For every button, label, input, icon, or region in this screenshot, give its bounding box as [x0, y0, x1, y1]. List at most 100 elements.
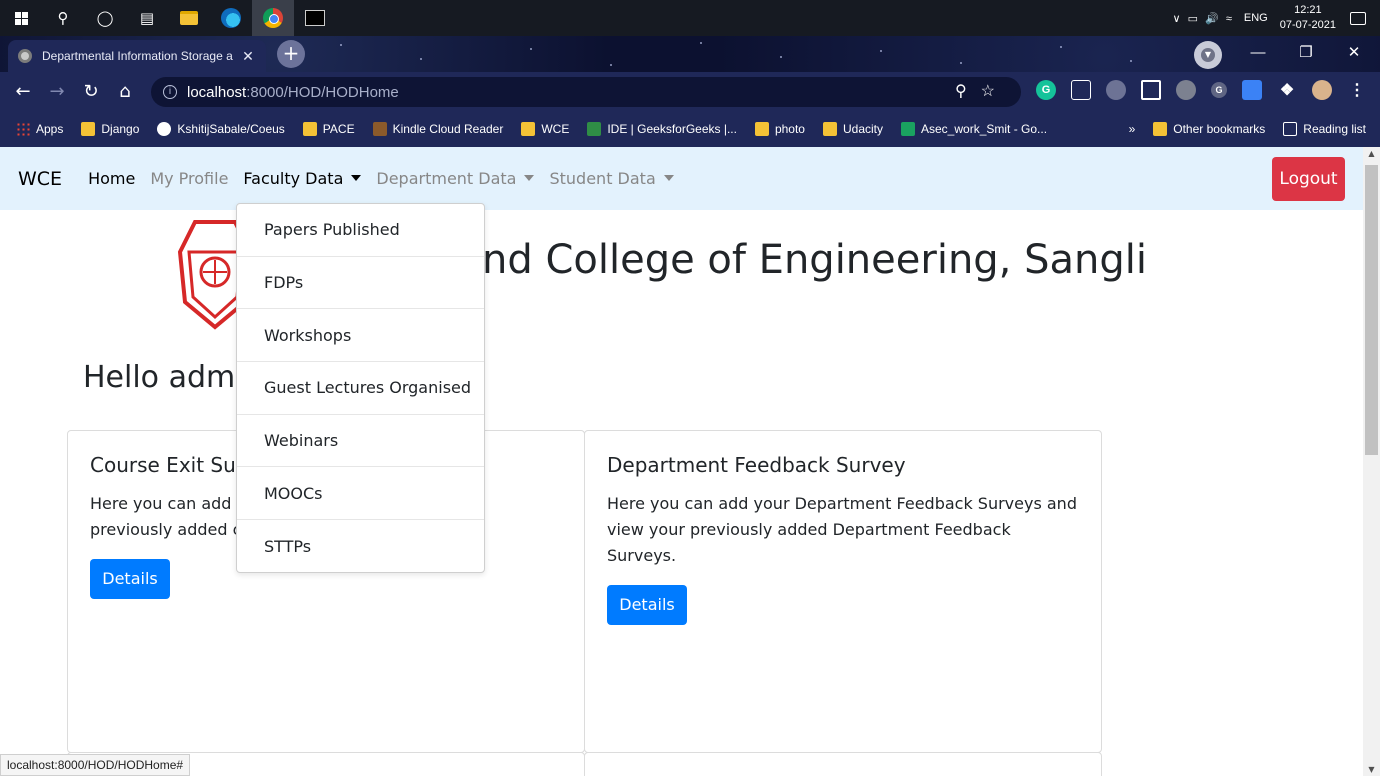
bookmark-label: Kindle Cloud Reader [392, 121, 504, 136]
grammarly-icon[interactable]: G [1036, 80, 1056, 100]
system-tray: ∨ ▭ 🔊 ≈ ENG 12:21 07-07-2021 [1173, 0, 1380, 36]
close-window-button[interactable]: ✕ [1330, 36, 1378, 72]
address-bar[interactable]: i localhost:8000/HOD/HODHome ⚲☆ [151, 77, 1021, 107]
nav-student-data[interactable]: Student Data [549, 169, 674, 188]
folder-icon [754, 121, 769, 136]
minimize-button[interactable]: — [1234, 36, 1282, 72]
clock[interactable]: 12:21 07-07-2021 [1280, 3, 1336, 33]
home-icon[interactable]: ⌂ [108, 81, 142, 102]
cortana-icon[interactable]: ◯ [84, 0, 126, 36]
dropdown-item-workshops[interactable]: Workshops [237, 309, 484, 363]
tab-favicon-icon [18, 49, 32, 63]
nav-faculty-data[interactable]: Faculty Data [243, 169, 362, 188]
bookmark-apps[interactable]: Apps [16, 121, 63, 136]
tray-icons[interactable]: ∨ ▭ 🔊 ≈ [1173, 12, 1234, 25]
bookmarks-right: » Other bookmarks Reading list [1129, 110, 1366, 147]
folder-icon [302, 121, 317, 136]
scroll-down-icon[interactable]: ▼ [1363, 765, 1380, 774]
url-host: localhost [187, 83, 247, 101]
bookmark-udacity[interactable]: Udacity [822, 121, 883, 136]
nav-department-data[interactable]: Department Data [376, 169, 535, 188]
grammar-icon[interactable]: G [1211, 82, 1227, 98]
browser-tab[interactable]: Departmental Information Storage a ✕ [8, 40, 266, 72]
task-view-icon[interactable]: ▤ [126, 0, 168, 36]
bookmark-asec[interactable]: Asec_work_Smit - Go... [901, 121, 1048, 136]
bookmark-django[interactable]: Django [81, 121, 139, 136]
details-button[interactable]: Details [607, 585, 687, 625]
mail-icon[interactable] [1242, 80, 1262, 100]
nav-department-data-label: Department Data [376, 169, 517, 188]
dropdown-item-webinars[interactable]: Webinars [237, 415, 484, 468]
notification-icon[interactable] [1350, 11, 1366, 25]
reload-icon[interactable]: ↻ [74, 81, 108, 102]
terminal-icon[interactable] [294, 0, 336, 36]
tab-search-button[interactable]: ▼ [1194, 41, 1222, 69]
page-scrollbar[interactable]: ▲ ▼ [1363, 147, 1380, 776]
folder-icon [822, 121, 837, 136]
dropdown-item-fdps[interactable]: FDPs [237, 257, 484, 310]
greeting-heading: Hello admi [83, 360, 244, 395]
nav-home[interactable]: Home [88, 169, 135, 188]
search-icon[interactable]: ⚲ [42, 0, 84, 36]
bookmark-label: WCE [541, 121, 570, 136]
gfg-icon [587, 121, 602, 136]
sheets-icon [901, 121, 915, 136]
edge-icon[interactable] [210, 0, 252, 36]
windows-taskbar: ⚲ ◯ ▤ ∨ ▭ 🔊 ≈ ENG 12:21 07-07-2021 [0, 0, 1380, 36]
caret-down-icon [524, 175, 535, 181]
bookmark-pace[interactable]: PACE [302, 121, 355, 136]
faculty-data-dropdown: Papers Published FDPs Workshops Guest Le… [236, 203, 485, 573]
apps-icon [16, 121, 30, 136]
language-indicator[interactable]: ENG [1244, 12, 1268, 24]
restore-button[interactable]: ❐ [1282, 36, 1330, 72]
forward-icon[interactable]: → [40, 81, 74, 102]
card-text-line: previously added co [90, 520, 252, 539]
details-button[interactable]: Details [90, 559, 170, 599]
windows-icon[interactable] [0, 0, 42, 36]
bookmark-label: Asec_work_Smit - Go... [921, 121, 1048, 136]
shield-icon[interactable] [1071, 80, 1091, 100]
bookmark-label: PACE [322, 121, 355, 136]
dropdown-item-guest-lectures[interactable]: Guest Lectures Organised [237, 362, 484, 415]
scroll-up-icon[interactable]: ▲ [1363, 149, 1380, 158]
file-explorer-icon[interactable] [168, 0, 210, 36]
dropdown-item-moocs[interactable]: MOOCs [237, 467, 484, 521]
dropdown-item-sttps[interactable]: STTPs [237, 520, 484, 573]
bookmark-kindle[interactable]: Kindle Cloud Reader [372, 121, 504, 136]
avatar[interactable] [1312, 80, 1332, 100]
nav-my-profile[interactable]: My Profile [150, 169, 228, 188]
clock-date: 07-07-2021 [1279, 19, 1336, 31]
menu-icon[interactable]: ⋮ [1347, 80, 1367, 100]
github-icon [157, 121, 172, 136]
bookmark-coeus[interactable]: KshitijSabale/Coeus [157, 121, 285, 136]
card-text-line: Here you can add y [90, 494, 247, 513]
puzzle-icon[interactable]: ❖ [1277, 80, 1297, 100]
logout-button[interactable]: Logout [1272, 157, 1345, 201]
bookmark-label: IDE | GeeksforGeeks |... [607, 121, 737, 136]
other-bookmarks[interactable]: Other bookmarks [1153, 121, 1265, 136]
chrome-icon[interactable] [252, 0, 294, 36]
reading-list[interactable]: Reading list [1283, 121, 1366, 136]
close-tab-icon[interactable]: ✕ [240, 48, 256, 65]
leaf-icon[interactable] [1176, 80, 1196, 100]
extension-icon[interactable] [1106, 80, 1126, 100]
reader-icon[interactable] [1141, 80, 1161, 100]
key-icon[interactable]: ⚲ [955, 83, 981, 100]
scrollbar-thumb[interactable] [1365, 165, 1378, 455]
bookmarks-overflow-button[interactable]: » [1129, 122, 1136, 136]
navbar-brand[interactable]: WCE [18, 168, 62, 190]
department-feedback-survey-card: Department Feedback Survey Here you can … [584, 430, 1102, 753]
new-tab-button[interactable]: + [277, 40, 305, 68]
bookmark-photo[interactable]: photo [754, 121, 805, 136]
site-info-icon[interactable]: i [163, 85, 177, 99]
bookmarks-bar: Apps Django KshitijSabale/Coeus PACE Kin… [0, 110, 1380, 147]
back-icon[interactable]: ← [6, 81, 40, 102]
card-text-line: view your previously added Department Fe… [607, 520, 1011, 565]
chevron-down-icon: ▼ [1201, 48, 1215, 62]
dropdown-item-papers-published[interactable]: Papers Published [237, 204, 484, 257]
bookmark-wce[interactable]: WCE [521, 121, 570, 136]
bookmark-gfg[interactable]: IDE | GeeksforGeeks |... [587, 121, 737, 136]
extensions-row: G G ❖ ⋮ [1036, 80, 1380, 100]
bookmark-star-icon[interactable]: ☆ [981, 83, 1009, 100]
folder-icon [1153, 121, 1168, 136]
